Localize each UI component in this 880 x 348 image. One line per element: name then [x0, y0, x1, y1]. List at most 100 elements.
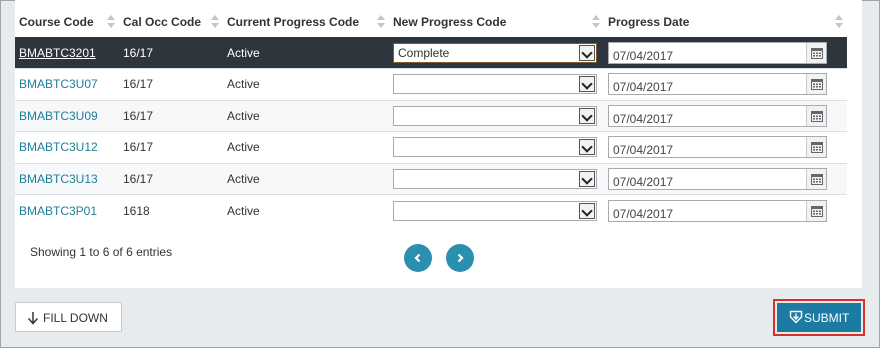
calendar-icon[interactable] — [806, 74, 826, 95]
chevron-down-icon[interactable] — [579, 139, 595, 156]
sort-icon — [835, 15, 843, 28]
chevron-down-icon[interactable] — [579, 202, 595, 219]
column-header-cal-occ-code[interactable]: Cal Occ Code — [119, 7, 223, 37]
course-code-cell: BMABTC3U13 — [15, 162, 119, 195]
arrow-down-icon — [27, 312, 39, 325]
current-progress-cell: Active — [223, 162, 389, 195]
column-header-current-progress[interactable]: Current Progress Code — [223, 7, 389, 37]
progress-date-cell: 07/04/2017 — [604, 131, 847, 163]
new-progress-cell — [389, 162, 604, 195]
chevron-left-icon — [414, 253, 421, 263]
cal-occ-cell: 1618 — [119, 194, 223, 226]
course-code-cell: BMABTC3U12 — [15, 131, 119, 163]
current-progress-cell: Active — [223, 36, 389, 69]
table-row[interactable]: BMABTC3U12 16/17 Active 07/04/2017 — [15, 131, 847, 163]
progress-date-cell: 07/04/2017 — [604, 99, 847, 132]
submit-label: SUBMIT — [804, 311, 850, 325]
course-code-link[interactable]: BMABTC3201 — [19, 46, 96, 60]
current-progress-value: Active — [227, 171, 260, 186]
sort-icon — [107, 15, 115, 28]
calendar-icon[interactable] — [806, 168, 826, 189]
column-header-progress-date[interactable]: Progress Date — [604, 7, 847, 37]
next-page-button[interactable] — [446, 244, 474, 272]
current-progress-value: Active — [227, 77, 260, 92]
table-row[interactable]: BMABTC3P01 1618 Active 07/04/2017 — [15, 194, 847, 226]
cal-occ-cell: 16/17 — [119, 99, 223, 132]
download-shield-icon — [789, 310, 803, 324]
progress-date-input[interactable]: 07/04/2017 — [608, 104, 827, 127]
chevron-down-icon[interactable] — [579, 107, 595, 124]
progress-date-input[interactable]: 07/04/2017 — [608, 73, 827, 96]
new-progress-select[interactable] — [393, 200, 597, 221]
calendar-icon[interactable] — [806, 137, 826, 158]
cal-occ-cell: 16/17 — [119, 131, 223, 163]
current-progress-value: Active — [227, 140, 260, 155]
progress-date-input[interactable]: 07/04/2017 — [608, 199, 827, 222]
progress-date-value: 07/04/2017 — [613, 174, 674, 189]
course-code-link[interactable]: BMABTC3U07 — [19, 77, 98, 91]
progress-date-cell: 07/04/2017 — [604, 162, 847, 195]
table-row[interactable]: BMABTC3U07 16/17 Active 07/04/2017 — [15, 68, 847, 100]
new-progress-cell — [389, 68, 604, 100]
cal-occ-cell: 16/17 — [119, 36, 223, 69]
table-header-row: Course Code Cal Occ Code Current Progres… — [15, 7, 847, 37]
new-progress-cell — [389, 131, 604, 163]
column-header-course-code[interactable]: Course Code — [15, 7, 119, 37]
cal-occ-value: 16/17 — [123, 77, 154, 92]
new-progress-select[interactable] — [393, 105, 597, 126]
course-code-link[interactable]: BMABTC3U09 — [19, 109, 98, 123]
submit-button[interactable]: SUBMIT — [777, 303, 861, 332]
calendar-icon[interactable] — [806, 105, 826, 126]
new-progress-select[interactable] — [393, 168, 597, 189]
course-code-cell: BMABTC3P01 — [15, 194, 119, 226]
chevron-down-icon[interactable] — [579, 170, 595, 187]
fill-down-label: FILL DOWN — [43, 311, 108, 325]
table-row[interactable]: BMABTC3201 16/17 Active Complete 07/04/2… — [15, 36, 847, 69]
current-progress-value: Active — [227, 45, 260, 60]
progress-date-value: 07/04/2017 — [613, 206, 674, 221]
table-row[interactable]: BMABTC3U09 16/17 Active 07/04/2017 — [15, 99, 847, 132]
new-progress-value: Complete — [398, 45, 450, 60]
current-progress-cell: Active — [223, 194, 389, 226]
course-code-link[interactable]: BMABTC3U12 — [19, 140, 98, 154]
chevron-down-icon[interactable] — [579, 44, 595, 61]
chevron-down-icon[interactable] — [579, 76, 595, 93]
prev-page-button[interactable] — [404, 244, 432, 272]
course-code-cell: BMABTC3U09 — [15, 99, 119, 132]
new-progress-select[interactable] — [393, 74, 597, 95]
column-header-new-progress[interactable]: New Progress Code — [389, 7, 604, 37]
new-progress-cell — [389, 194, 604, 226]
course-code-link[interactable]: BMABTC3U13 — [19, 172, 98, 186]
calendar-icon[interactable] — [806, 200, 826, 221]
sort-icon — [592, 15, 600, 28]
cal-occ-value: 16/17 — [123, 171, 154, 186]
new-progress-select[interactable]: Complete — [393, 42, 597, 63]
course-code-link[interactable]: BMABTC3P01 — [19, 204, 97, 218]
current-progress-cell: Active — [223, 99, 389, 132]
fill-down-button[interactable]: FILL DOWN — [15, 302, 122, 332]
course-code-cell: BMABTC3201 — [15, 36, 119, 69]
cal-occ-value: 16/17 — [123, 140, 154, 155]
new-progress-cell — [389, 99, 604, 132]
cal-occ-value: 1618 — [123, 203, 150, 218]
progress-date-input[interactable]: 07/04/2017 — [608, 136, 827, 159]
new-progress-cell: Complete — [389, 36, 604, 69]
current-progress-value: Active — [227, 203, 260, 218]
course-code-cell: BMABTC3U07 — [15, 68, 119, 100]
progress-date-cell: 07/04/2017 — [604, 194, 847, 226]
new-progress-select[interactable] — [393, 137, 597, 158]
progress-date-input[interactable]: 07/04/2017 — [608, 41, 827, 64]
current-progress-value: Active — [227, 108, 260, 123]
progress-date-value: 07/04/2017 — [613, 48, 674, 63]
cal-occ-value: 16/17 — [123, 45, 154, 60]
sort-icon — [211, 15, 219, 28]
progress-date-cell: 07/04/2017 — [604, 36, 847, 69]
calendar-icon[interactable] — [806, 42, 826, 63]
progress-date-cell: 07/04/2017 — [604, 68, 847, 100]
progress-table: Course Code Cal Occ Code Current Progres… — [15, 7, 847, 226]
cal-occ-cell: 16/17 — [119, 68, 223, 100]
current-progress-cell: Active — [223, 131, 389, 163]
progress-date-input[interactable]: 07/04/2017 — [608, 167, 827, 190]
cal-occ-cell: 16/17 — [119, 162, 223, 195]
table-row[interactable]: BMABTC3U13 16/17 Active 07/04/2017 — [15, 162, 847, 195]
